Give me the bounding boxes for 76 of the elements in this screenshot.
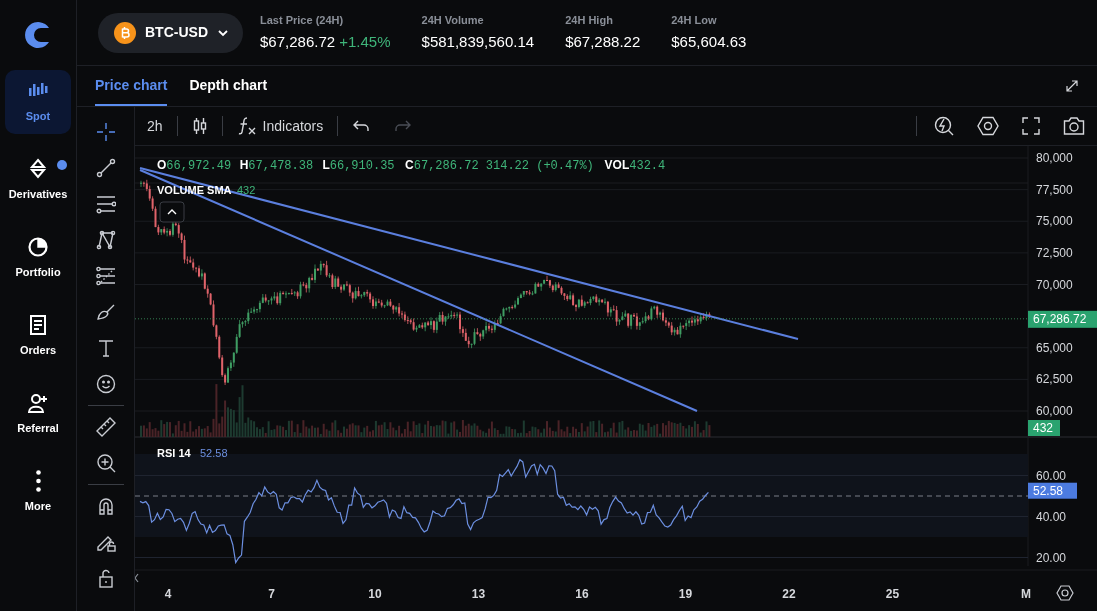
camera-icon (1063, 116, 1085, 136)
interval-button[interactable]: 2h (139, 111, 171, 141)
stat-label: 24H Volume (421, 12, 485, 28)
person-plus-icon (27, 391, 49, 414)
rsi-axis-label: 20.00 (1036, 550, 1067, 565)
time-axis-label: 4 (164, 587, 172, 601)
time-axis-label: 7 (268, 587, 275, 601)
price-axis-label: 72,500 (1036, 245, 1073, 260)
ohlc-value: O66,972.49 (157, 158, 232, 173)
volume-tag: 432 (1028, 420, 1060, 436)
ohlc-value: L66,910.35 (322, 158, 395, 173)
crosshair-icon (95, 122, 116, 142)
pair-selector[interactable]: BTC-USD (98, 12, 243, 53)
price-axis-label: 60,000 (1036, 404, 1073, 418)
bolt-search-icon (933, 115, 955, 137)
indicator-label: RSI 14 (157, 447, 191, 459)
time-axis-label: 16 (575, 587, 589, 601)
nav-item[interactable]: Portfolio (5, 226, 71, 290)
chart-tab[interactable]: Depth chart (189, 66, 268, 106)
time-axis-label: 25 (885, 587, 900, 601)
chevron-left-icon[interactable] (135, 573, 139, 583)
time-axis-label: 10 (368, 587, 382, 601)
price-axis-label: 80,000 (1036, 151, 1073, 165)
smiley-icon (95, 374, 116, 394)
price-axis-label: 77,500 (1036, 182, 1073, 197)
settings-icon (977, 115, 999, 137)
horizontal-lines-icon (95, 194, 116, 214)
function-icon (236, 116, 257, 136)
price-axis-label: 65,000 (1036, 340, 1073, 355)
brush-icon (95, 302, 116, 322)
zoom-in-icon (95, 453, 116, 473)
ohlc-value: C67,286.72 314.22 (+0.47%) (405, 158, 594, 173)
indicators-button[interactable]: Indicators (228, 111, 332, 141)
fullscreen-icon (1021, 116, 1041, 136)
rsi-axis-label: 60.00 (1036, 468, 1067, 483)
nav-item[interactable]: More (5, 460, 71, 524)
rsi-tag: 52.58 (1028, 482, 1077, 499)
nav-item[interactable]: Spot (5, 70, 71, 134)
ohlc-value: VOL432.4 (604, 158, 666, 173)
up-down-triangles-icon (27, 157, 49, 180)
time-axis-label: 13 (471, 587, 486, 601)
expand-icon (1065, 79, 1079, 93)
indicator-value: 52.58 (200, 447, 228, 459)
stat-label: 24H Low (671, 12, 718, 28)
indicator-value: 432 (237, 184, 256, 196)
price-change: +1.45% (339, 33, 391, 50)
collapse-button[interactable] (159, 201, 185, 223)
time-axis-label: 19 (678, 587, 693, 601)
ruler-icon (95, 417, 116, 437)
stat-value: $67,288.22 (565, 33, 641, 50)
document-icon (27, 313, 49, 336)
nav-item[interactable]: Referral (5, 382, 71, 446)
pattern-tool-icon (95, 230, 116, 250)
candlestick-icon (191, 117, 208, 135)
stat-value: $65,604.63 (671, 33, 747, 50)
stat-value: $67,286.72 (260, 33, 336, 50)
line-tool-icon (95, 158, 116, 178)
rsi-axis-label: 40.00 (1036, 509, 1067, 524)
settings-icon[interactable] (1056, 585, 1074, 601)
nav-item[interactable]: Derivatives (5, 148, 71, 212)
price-axis-label: 62,500 (1036, 372, 1073, 387)
last-price-tag: 67,286.72 (1028, 310, 1097, 328)
scale-mode-toggle[interactable]: M (1021, 587, 1031, 601)
more-dots-icon (35, 469, 41, 492)
nav-item[interactable]: Orders (5, 304, 71, 368)
chart-tab[interactable]: Price chart (95, 66, 168, 106)
price-axis-label: 70,000 (1036, 277, 1073, 292)
time-axis-label: 22 (782, 587, 796, 601)
stat-label: Last Price (24H) (260, 12, 345, 28)
stat-value: $581,839,560.14 (421, 33, 535, 50)
pie-chart-icon (27, 235, 49, 258)
fibonacci-tool-icon (95, 266, 116, 286)
stat-label: 24H High (565, 12, 614, 28)
price-axis-label: 75,000 (1036, 214, 1073, 229)
ohlc-value: H67,478.38 (239, 158, 314, 173)
coin-icon (114, 21, 136, 44)
